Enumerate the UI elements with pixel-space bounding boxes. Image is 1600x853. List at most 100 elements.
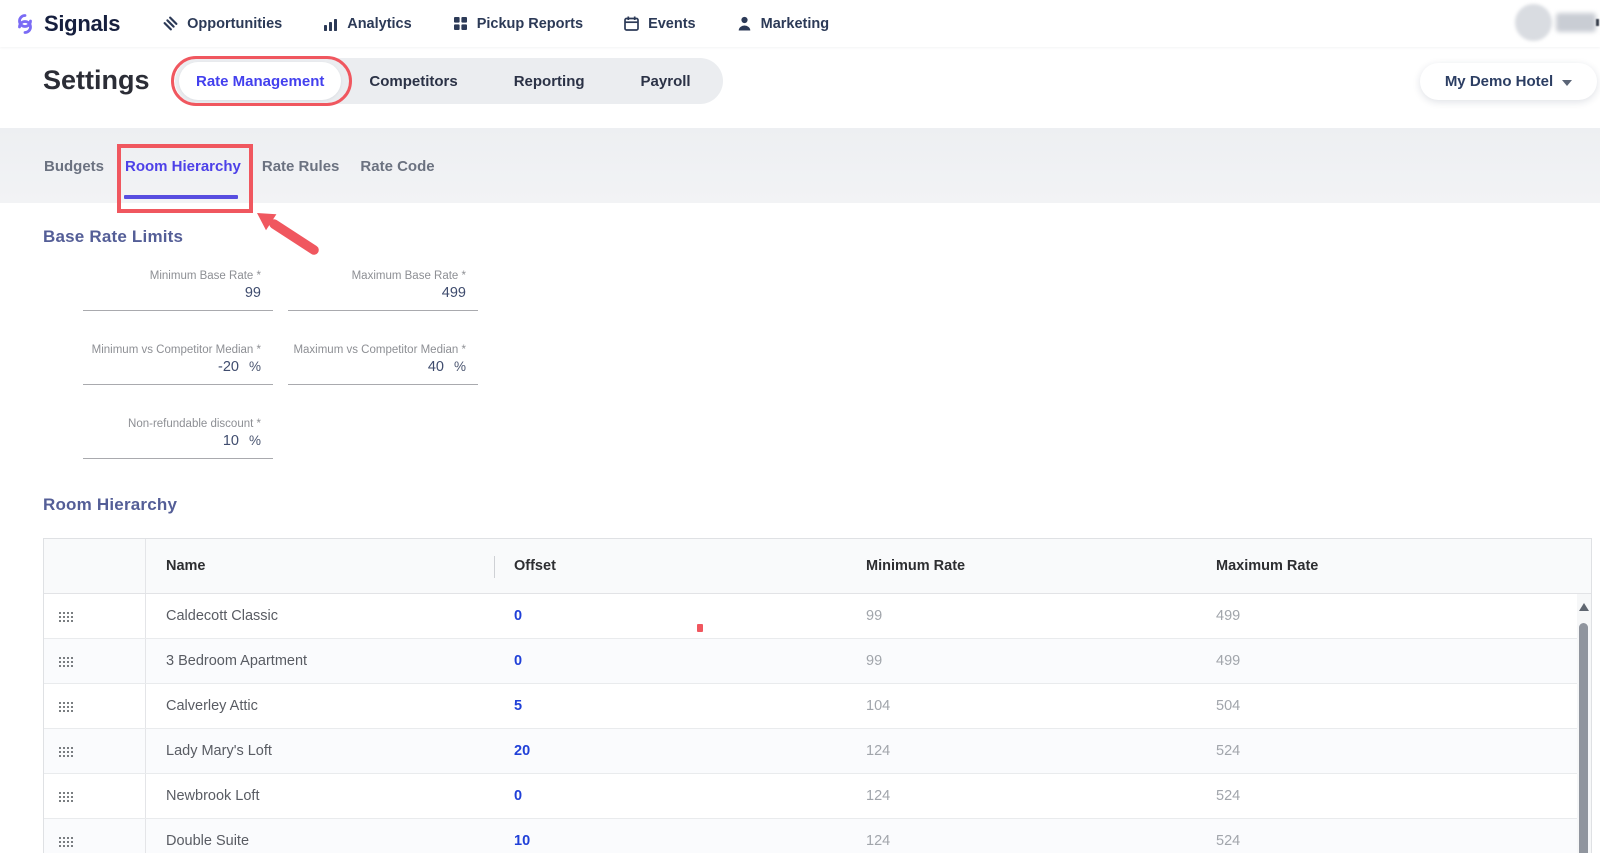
hotel-selector-dropdown[interactable]: My Demo Hotel [1420, 63, 1597, 100]
room-maximum-rate: 499 [1216, 653, 1591, 669]
room-hierarchy-heading: Room Hierarchy [43, 495, 177, 515]
table-row: Double Suite 10 124 524 [44, 819, 1591, 853]
room-hierarchy-panel: Base Rate Limits Minimum Base Rate * 99 … [0, 203, 1600, 853]
maximum-base-rate-field[interactable]: Maximum Base Rate * 499 [288, 269, 478, 311]
table-row: 3 Bedroom Apartment 0 99 499 [44, 639, 1591, 684]
user-avatar[interactable] [1515, 4, 1552, 41]
drag-cell [44, 639, 146, 683]
field-value[interactable]: -20 [218, 359, 239, 375]
nav-item-analytics[interactable]: Analytics [322, 15, 411, 32]
room-minimum-rate: 124 [866, 833, 1216, 849]
room-maximum-rate: 524 [1216, 743, 1591, 759]
non-refundable-discount-field[interactable]: Non-refundable discount * 10 % [83, 417, 273, 459]
tab-competitors[interactable]: Competitors [341, 62, 485, 100]
drag-cell [44, 729, 146, 773]
subtab-budgets[interactable]: Budgets [44, 158, 104, 175]
nav-item-pickup-reports[interactable]: Pickup Reports [452, 15, 583, 32]
field-label: Minimum vs Competitor Median * [83, 344, 273, 356]
nav-item-events[interactable]: Events [623, 15, 696, 32]
room-maximum-rate: 524 [1216, 833, 1591, 849]
user-menu-caret-icon [1596, 19, 1599, 26]
room-offset[interactable]: 0 [496, 608, 866, 624]
room-offset[interactable]: 5 [496, 698, 866, 714]
table-scrollbar[interactable] [1577, 594, 1591, 853]
nav-items: Opportunities Analytics [162, 15, 829, 32]
column-header-offset: Offset [496, 558, 866, 574]
subtab-room-hierarchy[interactable]: Room Hierarchy [125, 158, 241, 175]
room-minimum-rate: 99 [866, 608, 1216, 624]
percent-suffix: % [239, 359, 261, 374]
drag-cell [44, 684, 146, 728]
drag-cell [44, 819, 146, 853]
signals-logo-icon [12, 11, 38, 37]
drag-handle-icon[interactable] [58, 746, 73, 757]
room-maximum-rate: 524 [1216, 788, 1591, 804]
nav-label: Marketing [761, 16, 830, 32]
field-value[interactable]: 10 [223, 433, 239, 449]
room-hierarchy-table: Name Offset Minimum Rate Maximum Rate Ca… [43, 538, 1592, 853]
nav-item-marketing[interactable]: Marketing [736, 15, 830, 32]
drag-handle-icon[interactable] [58, 791, 73, 802]
percent-suffix: % [444, 359, 466, 374]
room-maximum-rate: 504 [1216, 698, 1591, 714]
minimum-base-rate-field[interactable]: Minimum Base Rate * 99 [83, 269, 273, 311]
room-name: Newbrook Loft [146, 788, 496, 804]
field-value[interactable]: 99 [245, 285, 261, 301]
scrollbar-thumb[interactable] [1579, 623, 1588, 853]
field-label: Non-refundable discount * [83, 418, 273, 430]
subtab-rate-rules[interactable]: Rate Rules [262, 158, 340, 175]
nav-item-opportunities[interactable]: Opportunities [162, 15, 282, 32]
hotel-selector-label: My Demo Hotel [1445, 73, 1553, 90]
subtab-rate-code[interactable]: Rate Code [360, 158, 434, 175]
table-row: Lady Mary's Loft 20 124 524 [44, 729, 1591, 774]
field-value[interactable]: 499 [442, 285, 466, 301]
opportunities-icon [162, 15, 179, 32]
nav-label: Events [648, 16, 696, 32]
field-label: Maximum vs Competitor Median * [288, 344, 478, 356]
table-row: Newbrook Loft 0 124 524 [44, 774, 1591, 819]
nav-label: Pickup Reports [477, 16, 583, 32]
room-name: Lady Mary's Loft [146, 743, 496, 759]
room-minimum-rate: 124 [866, 743, 1216, 759]
room-offset[interactable]: 0 [496, 653, 866, 669]
tab-rate-management[interactable]: Rate Management [179, 62, 341, 100]
room-offset[interactable]: 10 [496, 833, 866, 849]
room-name: Caldecott Classic [146, 608, 496, 624]
field-label: Minimum Base Rate * [83, 270, 273, 282]
column-header-name: Name [146, 558, 496, 574]
subtabs: Budgets Room Hierarchy Rate Rules Rate C… [44, 158, 435, 175]
tab-payroll[interactable]: Payroll [613, 62, 719, 100]
tab-reporting[interactable]: Reporting [486, 62, 613, 100]
top-nav-bar: Signals Opportunities [0, 0, 1600, 47]
user-name-redacted [1556, 13, 1596, 32]
table-header-row: Name Offset Minimum Rate Maximum Rate [44, 539, 1591, 594]
field-value[interactable]: 40 [428, 359, 444, 375]
active-subtab-underline [124, 195, 238, 199]
page-title: Settings [43, 65, 150, 96]
drag-cell [44, 774, 146, 818]
drag-handle-icon[interactable] [58, 836, 73, 847]
nav-label: Analytics [347, 16, 411, 32]
room-offset[interactable]: 20 [496, 743, 866, 759]
drag-column-header [44, 539, 146, 593]
drag-handle-icon[interactable] [58, 611, 73, 622]
pickup-reports-icon [452, 15, 469, 32]
min-vs-competitor-median-field[interactable]: Minimum vs Competitor Median * -20 % [83, 343, 273, 385]
drag-handle-icon[interactable] [58, 656, 73, 667]
table-row: Caldecott Classic 0 99 499 [44, 594, 1591, 639]
scrollbar-up-arrow-icon[interactable] [1579, 603, 1589, 611]
drag-handle-icon[interactable] [58, 701, 73, 712]
settings-tab-bar: Rate Management Competitors Reporting Pa… [175, 58, 723, 104]
room-minimum-rate: 104 [866, 698, 1216, 714]
room-offset[interactable]: 0 [496, 788, 866, 804]
room-maximum-rate: 499 [1216, 608, 1591, 624]
room-name: Double Suite [146, 833, 496, 849]
settings-header-row: Settings Rate Management Competitors Rep… [0, 47, 1600, 128]
brand-logo[interactable]: Signals [12, 11, 120, 37]
room-minimum-rate: 99 [866, 653, 1216, 669]
room-name: Calverley Attic [146, 698, 496, 714]
room-table-body: Caldecott Classic 0 99 499 3 Bedroom Apa… [44, 594, 1591, 853]
percent-suffix: % [239, 433, 261, 448]
max-vs-competitor-median-field[interactable]: Maximum vs Competitor Median * 40 % [288, 343, 478, 385]
column-resize-handle[interactable] [494, 556, 495, 578]
